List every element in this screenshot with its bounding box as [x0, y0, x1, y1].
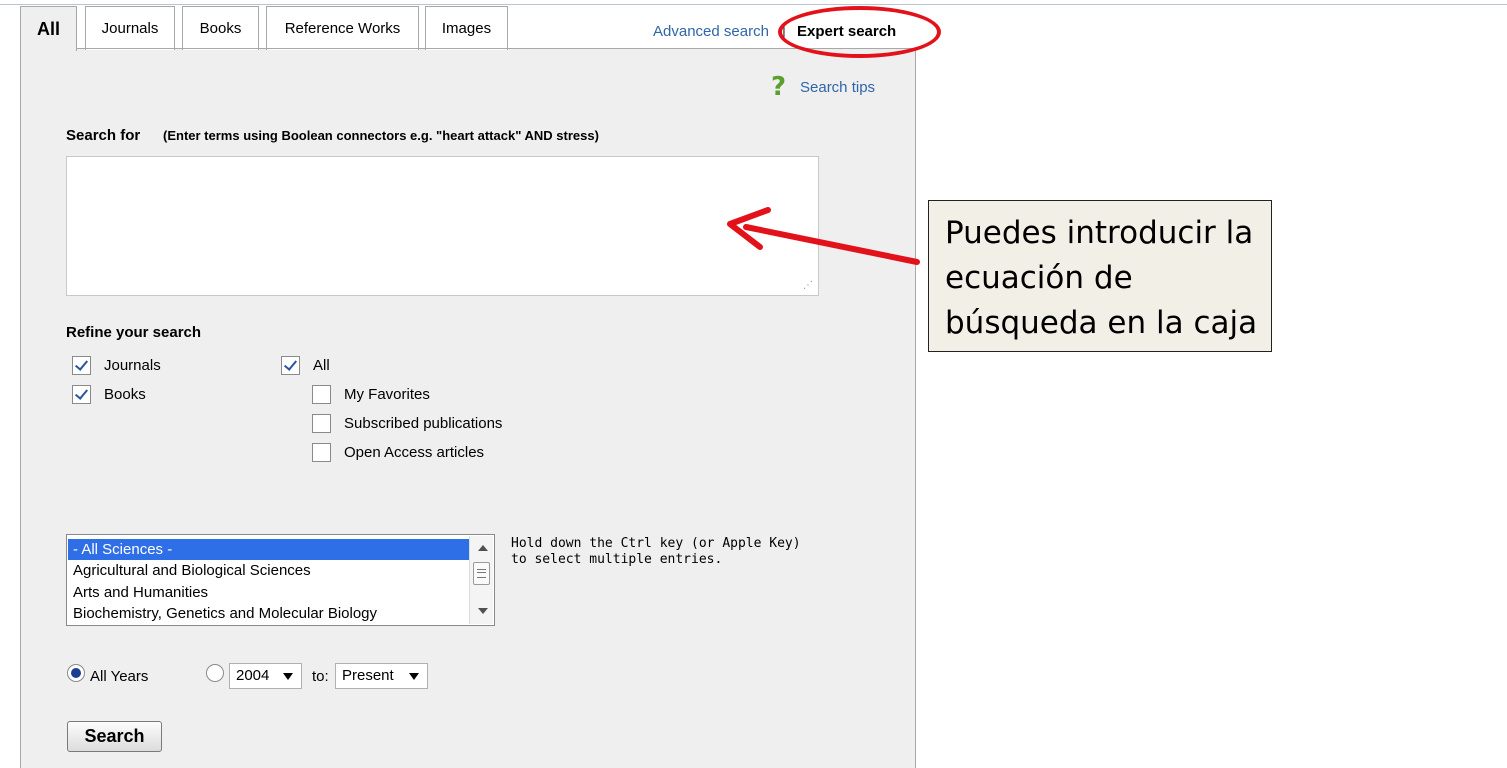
annotation-arrow-icon [727, 207, 920, 265]
subject-option[interactable]: Biochemistry, Genetics and Molecular Bio… [68, 603, 469, 624]
open-access-label: Open Access articles [344, 444, 485, 461]
books-checkbox[interactable] [72, 385, 91, 404]
multi-select-hint-line2: to select multiple entries. [511, 552, 723, 567]
tab-reference-works[interactable]: Reference Works [266, 6, 419, 50]
subscribed-checkbox[interactable] [312, 414, 331, 433]
journals-checkbox[interactable] [72, 356, 91, 375]
tab-journals[interactable]: Journals [85, 6, 175, 50]
from-year-select[interactable]: 2004 [229, 663, 302, 689]
from-year-value: 2004 [236, 667, 270, 684]
subscribed-label: Subscribed publications [344, 415, 503, 432]
chevron-down-icon [283, 673, 293, 680]
search-for-label: Search for [66, 127, 141, 144]
tab-all[interactable]: All [20, 6, 77, 51]
tab-baseline [77, 48, 915, 49]
all-years-radio[interactable] [67, 664, 85, 682]
scroll-down-arrow-icon[interactable] [478, 608, 488, 614]
subject-option[interactable]: Arts and Humanities [68, 582, 469, 603]
to-year-select[interactable]: Present [335, 663, 428, 689]
to-label: to: [312, 668, 329, 685]
search-hint-text: (Enter terms using Boolean connectors e.… [163, 128, 599, 143]
listbox-scrollbar[interactable] [469, 536, 493, 624]
callout-line-3: búsqueda en la caja [945, 305, 1258, 341]
my-favorites-checkbox[interactable] [312, 385, 331, 404]
subject-listbox[interactable]: - All Sciences - Agricultural and Biolog… [66, 534, 495, 626]
all-years-label: All Years [90, 668, 149, 685]
help-question-icon[interactable]: ? [771, 74, 786, 100]
callout-line-2: ecuación de [945, 260, 1133, 296]
search-button[interactable]: Search [67, 721, 162, 752]
to-year-value: Present [342, 667, 394, 684]
chevron-down-icon [409, 673, 419, 680]
refine-title: Refine your search [66, 324, 202, 341]
resize-grip-icon[interactable]: ⋰ [803, 280, 815, 292]
all-access-label: All [313, 357, 330, 374]
year-range-radio[interactable] [206, 664, 224, 682]
annotation-callout: Puedes introducir la ecuación de búsqued… [928, 200, 1272, 352]
search-tips-link[interactable]: Search tips [800, 79, 875, 96]
scroll-up-arrow-icon[interactable] [478, 545, 488, 551]
query-textarea[interactable] [66, 156, 819, 296]
subject-option[interactable]: - All Sciences - [68, 539, 469, 560]
tab-books[interactable]: Books [182, 6, 259, 50]
subject-option[interactable]: Agricultural and Biological Sciences [68, 560, 469, 581]
open-access-checkbox[interactable] [312, 443, 331, 462]
multi-select-hint-line1: Hold down the Ctrl key (or Apple Key) [511, 536, 801, 551]
top-divider [0, 4, 1507, 5]
highlight-ellipse [778, 6, 941, 58]
books-checkbox-label: Books [104, 386, 146, 403]
my-favorites-label: My Favorites [344, 386, 430, 403]
scroll-thumb[interactable] [473, 562, 490, 585]
multi-select-hint: Hold down the Ctrl key (or Apple Key) to… [511, 536, 811, 568]
callout-line-1: Puedes introducir la [945, 215, 1254, 251]
journals-checkbox-label: Journals [104, 357, 161, 374]
all-access-checkbox[interactable] [281, 356, 300, 375]
advanced-search-link[interactable]: Advanced search [653, 23, 769, 40]
tab-images[interactable]: Images [425, 6, 508, 50]
